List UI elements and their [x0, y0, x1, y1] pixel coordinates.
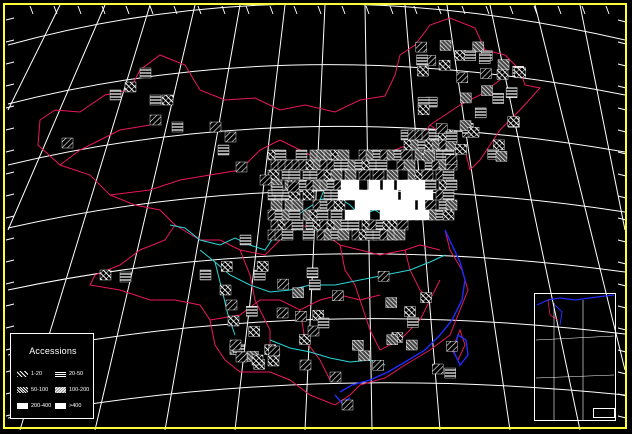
legend-item: 100-200 — [55, 386, 89, 394]
legend: Accessions 1-20 20-50 50-100 100-200 200… — [10, 333, 94, 419]
legend-label: 20-50 — [69, 371, 84, 377]
legend-label: 200-400 — [31, 403, 52, 409]
legend-item: 50-100 — [17, 386, 48, 394]
legend-label: 50-100 — [31, 387, 49, 393]
legend-swatch — [55, 403, 66, 409]
legend-swatch — [55, 371, 66, 377]
legend-label: >400 — [69, 403, 82, 409]
legend-item: >400 — [55, 402, 81, 410]
legend-item: 20-50 — [55, 370, 83, 378]
legend-swatch — [17, 371, 28, 377]
legend-item: 200-400 — [17, 402, 51, 410]
legend-title: Accessions — [29, 346, 77, 356]
legend-label: 1-20 — [31, 371, 43, 377]
legend-swatch — [17, 403, 28, 409]
legend-item: 1-20 — [17, 370, 42, 378]
inset-frame — [534, 293, 616, 421]
legend-swatch — [17, 387, 28, 393]
legend-label: 100-200 — [69, 387, 90, 393]
legend-swatch — [55, 387, 66, 393]
inset-caption — [593, 408, 615, 418]
